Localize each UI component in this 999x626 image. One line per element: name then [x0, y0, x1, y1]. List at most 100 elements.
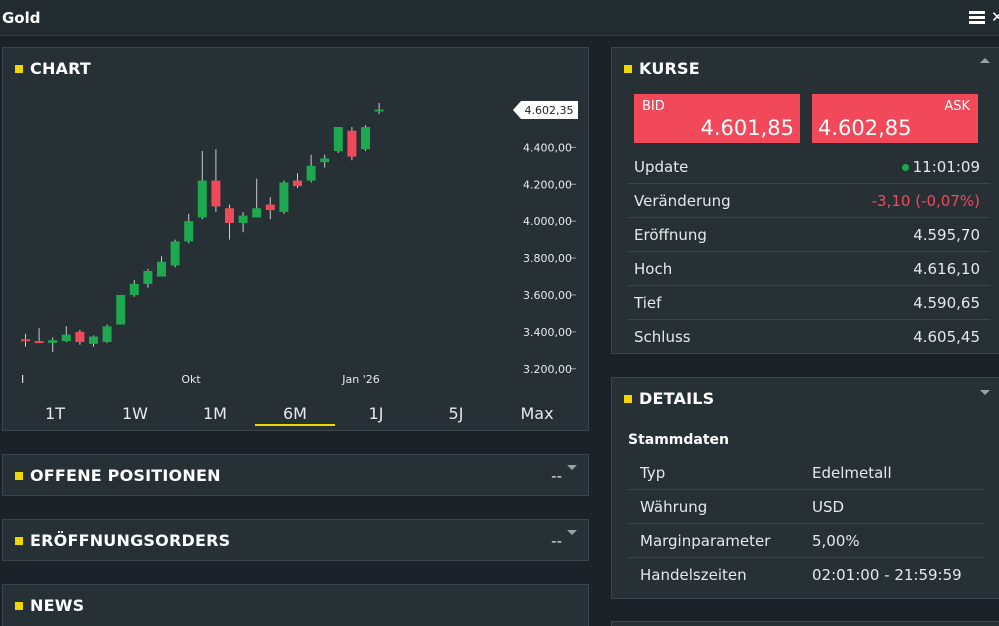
candle-body — [184, 221, 194, 242]
menu-icon[interactable] — [969, 11, 985, 25]
orders-panel[interactable]: ERÖFFNUNGSORDERS -- — [2, 519, 589, 561]
yellow-square-icon — [15, 537, 23, 545]
bid-label: BID — [642, 99, 665, 114]
candle-body — [89, 336, 98, 344]
ask-button[interactable]: ASK 4.602,85 — [812, 94, 978, 143]
candle-body — [116, 294, 126, 325]
orders-panel-header: ERÖFFNUNGSORDERS — [15, 531, 230, 550]
candle-body — [170, 241, 180, 266]
kurse-row-label: Eröffnung — [634, 226, 707, 244]
details-row-value: 02:01:00 - 21:59:59 — [812, 566, 962, 584]
kurse-row-label: Schluss — [634, 328, 691, 346]
details-row-value: 5,00% — [812, 532, 860, 550]
candle-body — [143, 270, 153, 284]
candle-body — [293, 180, 302, 187]
kurse-row-open: Eröffnung 4.595,70 — [628, 218, 990, 252]
y-tick-label: 3.600,00 — [523, 289, 572, 302]
candle-body — [238, 215, 248, 224]
candle-body — [333, 127, 343, 152]
candle-body — [34, 341, 44, 344]
chevron-down-icon[interactable] — [980, 390, 990, 395]
candle-body — [252, 208, 262, 218]
kurse-row-value: 4.605,45 — [913, 328, 980, 346]
candle-body — [211, 180, 221, 207]
ask-value: 4.602,85 — [818, 116, 912, 140]
kurse-row-value: 11:01:09 — [901, 158, 980, 176]
positions-panel[interactable]: OFFENE POSITIONEN -- — [2, 454, 589, 496]
y-tick-label: 4.000,00 — [523, 215, 572, 228]
details-row-value: USD — [812, 498, 845, 516]
y-tick-label: 3.400,00 — [523, 326, 572, 339]
candle-body — [48, 340, 58, 343]
yellow-square-icon — [624, 395, 632, 403]
range-button-5j[interactable]: 5J — [416, 404, 496, 426]
close-icon[interactable]: ✕ — [991, 8, 999, 26]
kurse-row-high: Hoch 4.616,10 — [628, 252, 990, 286]
candle-body — [225, 208, 234, 224]
kurse-panel: KURSE BID 4.601,85 ASK 4.602,85 Update 1… — [611, 47, 999, 354]
details-row-type: Typ Edelmetall — [628, 456, 984, 490]
range-button-1j[interactable]: 1J — [336, 404, 416, 426]
chevron-up-icon[interactable] — [980, 58, 990, 63]
extra-panel-edge — [611, 621, 999, 626]
range-button-max[interactable]: Max — [497, 404, 577, 426]
candle-body — [265, 204, 275, 211]
details-panel: DETAILS Stammdaten Typ Edelmetall Währun… — [611, 377, 999, 599]
candle-body — [374, 109, 384, 112]
kurse-row-label: Tief — [634, 294, 662, 312]
positions-title: OFFENE POSITIONEN — [30, 466, 221, 485]
details-row-label: Währung — [640, 498, 708, 516]
positions-panel-header: OFFENE POSITIONEN — [15, 466, 221, 485]
range-button-6m[interactable]: 6M — [255, 404, 335, 426]
candle-body — [75, 331, 85, 343]
y-tick-label: 4.400,00 — [523, 141, 572, 154]
price-chart[interactable]: 3.200,00 3.400,00 3.600,00 3.800,00 4.000,00… — [3, 48, 588, 398]
details-row-currency: Währung USD — [628, 490, 984, 524]
kurse-row-value: 4.616,10 — [913, 260, 980, 278]
kurse-row-label: Hoch — [634, 260, 673, 278]
news-title: NEWS — [30, 596, 85, 615]
x-tick-label: Jan '26 — [341, 373, 379, 386]
kurse-row-value: 4.590,65 — [913, 294, 980, 312]
candle-body — [320, 158, 330, 163]
y-tick-label: 3.200,00 — [523, 363, 572, 376]
kurse-row-label: Veränderung — [634, 192, 731, 210]
chart-panel: CHART 3.200,00 3.400,00 3.600,00 3.800,00 4.… — [2, 47, 589, 431]
positions-value: -- — [551, 467, 562, 485]
range-button-1m[interactable]: 1M — [175, 404, 255, 426]
chevron-down-icon[interactable] — [567, 465, 577, 470]
candle-body — [129, 283, 139, 295]
window-header: Gold ✕ — [0, 0, 999, 36]
bid-value: 4.601,85 — [700, 116, 794, 140]
kurse-row-update: Update 11:01:09 — [628, 150, 990, 184]
candle-body — [306, 165, 316, 181]
news-panel-header: NEWS — [15, 596, 84, 615]
status-dot-icon — [901, 164, 909, 171]
candle-body — [21, 339, 30, 342]
y-tick-label: 4.200,00 — [523, 178, 572, 191]
details-row-label: Marginparameter — [640, 532, 771, 550]
candle-body — [61, 334, 71, 342]
kurse-row-change: Veränderung -3,10 (-0,07%) — [628, 184, 990, 218]
candle-body — [347, 130, 357, 157]
details-row-value: Edelmetall — [812, 464, 892, 482]
details-row-trading-hours: Handelszeiten 02:01:00 - 21:59:59 — [628, 558, 984, 592]
details-panel-header: DETAILS — [624, 389, 714, 408]
details-row-label: Typ — [640, 464, 666, 482]
kurse-row-value: 4.595,70 — [913, 226, 980, 244]
kurse-row-low: Tief 4.590,65 — [628, 286, 990, 320]
x-tick-label: Okt — [181, 373, 201, 386]
range-button-1t[interactable]: 1T — [15, 404, 95, 426]
y-tick-label: 3.800,00 — [523, 252, 572, 265]
bid-button[interactable]: BID 4.601,85 — [634, 94, 800, 143]
window-title: Gold — [2, 9, 41, 27]
candle-body — [102, 326, 112, 343]
yellow-square-icon — [15, 472, 23, 480]
orders-value: -- — [551, 532, 562, 550]
yellow-square-icon — [15, 602, 23, 610]
orders-title: ERÖFFNUNGSORDERS — [30, 531, 231, 550]
range-button-1w[interactable]: 1W — [95, 404, 175, 426]
news-panel[interactable]: NEWS — [2, 584, 589, 626]
chevron-down-icon[interactable] — [567, 530, 577, 535]
details-row-margin: Marginparameter 5,00% — [628, 524, 984, 558]
